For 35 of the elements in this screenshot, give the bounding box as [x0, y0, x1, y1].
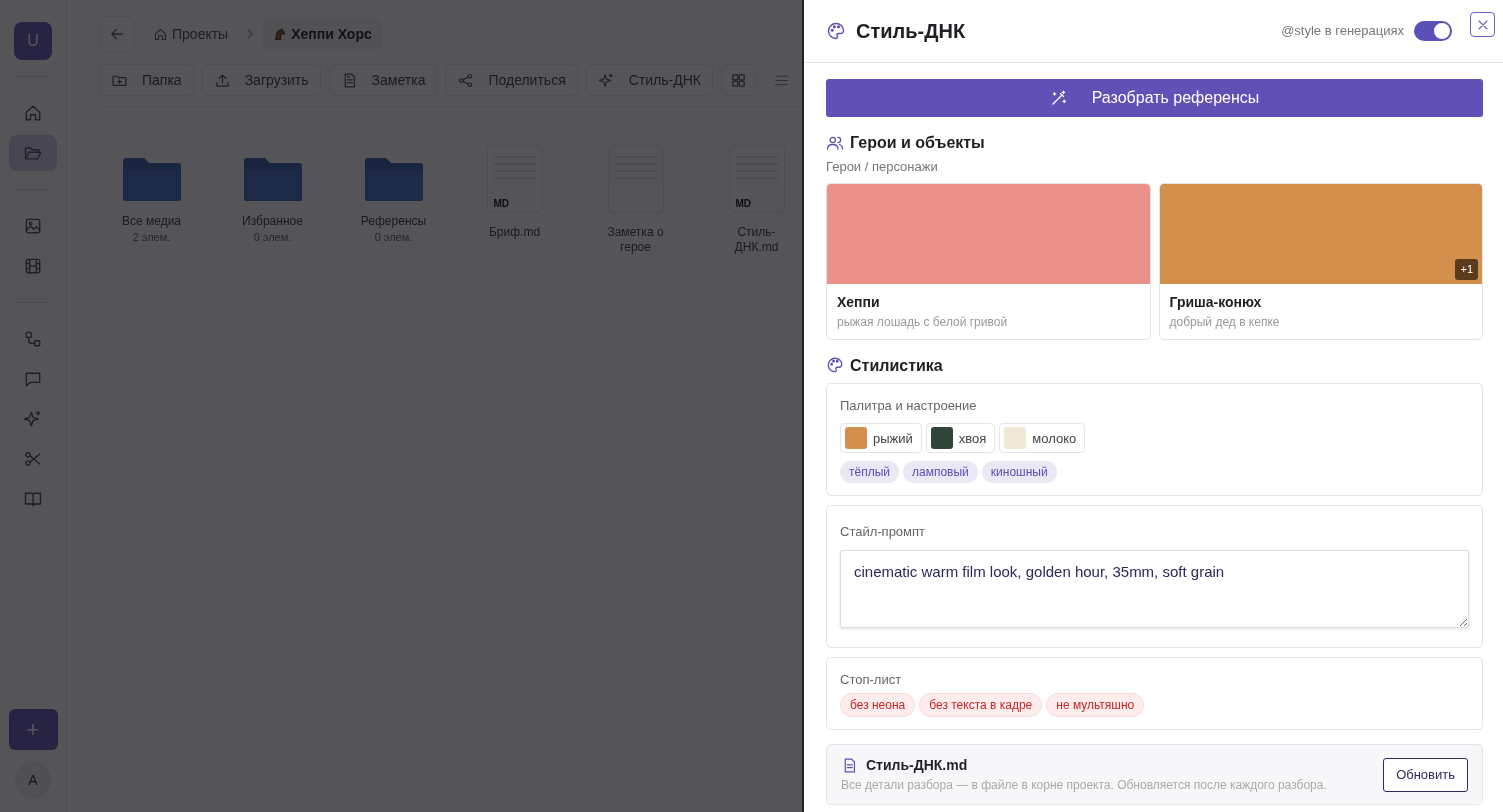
- color-name: молоко: [1032, 429, 1077, 448]
- file-name[interactable]: Избранное: [242, 214, 303, 229]
- more-count: +1: [1455, 259, 1478, 280]
- hero-card[interactable]: +1 Гриша-конюх добрый дед в кепке: [1158, 182, 1483, 340]
- file-name[interactable]: Референсы: [360, 214, 427, 229]
- file-name[interactable]: Бриф.md: [488, 225, 541, 240]
- hero-description: добрый дед в кепке: [1168, 313, 1281, 331]
- section-title: Герои и объекты: [850, 133, 985, 153]
- hero-description: рыжая лошадь с белой гривой: [836, 313, 1009, 331]
- file-type-label: MD: [735, 199, 753, 209]
- file-note: Все детали разбора — в файле в корне проекта. Обновляется после каждого разбора.: [841, 777, 1327, 795]
- panel-title: Стиль-ДНК: [856, 19, 966, 43]
- file-type-label: MD: [493, 199, 511, 209]
- stop-tag: не мультяшно: [1046, 693, 1145, 718]
- analyze-button[interactable]: Разобрать референсы: [826, 79, 1483, 117]
- section-title: Стилистика: [850, 355, 943, 375]
- color-name: хвоя: [958, 429, 987, 448]
- file-name[interactable]: Все медиа: [121, 214, 182, 229]
- card-label: Стоп-лист: [840, 670, 903, 689]
- file-name: Стиль-ДНК.md: [866, 756, 968, 776]
- color-name: рыжий: [873, 429, 913, 448]
- mood-tag: тёплый: [840, 461, 899, 484]
- refresh-button[interactable]: Обновить: [1383, 758, 1468, 792]
- hero-card[interactable]: Хеппи рыжая лошадь с белой гривой: [826, 182, 1151, 340]
- stop-tag: без текста в кадре: [919, 693, 1043, 718]
- mood-tag: киношный: [981, 461, 1057, 484]
- stop-tag: без неона: [840, 693, 916, 718]
- prompt-field[interactable]: cinematic warm film look, golden hour, 35mm, soft grain: [840, 549, 1469, 628]
- hero-name: Гриша-конюх: [1168, 292, 1263, 312]
- toggle-label: @style в генерациях: [1281, 22, 1404, 41]
- hero-name: Хеппи: [836, 292, 881, 312]
- section-subtitle: Герои / персонажи: [826, 158, 939, 177]
- card-label: Стайл-промпт: [840, 523, 927, 542]
- mood-tag: ламповый: [903, 461, 978, 484]
- card-label: Палитра и настроение: [840, 396, 978, 415]
